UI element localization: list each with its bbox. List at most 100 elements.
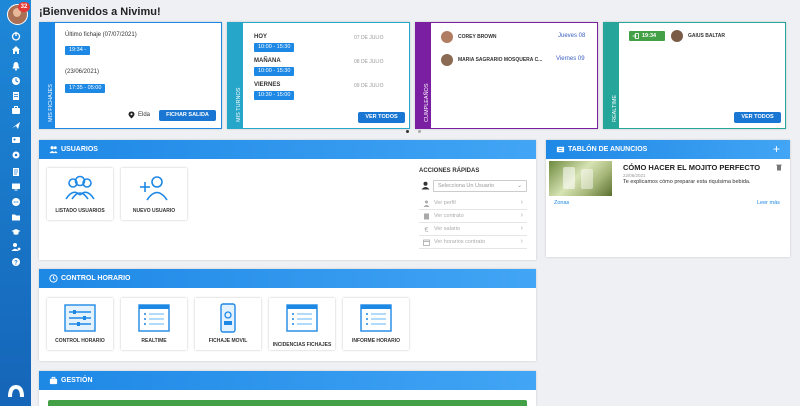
chevron-right-icon: › [520, 238, 523, 245]
tile-listado-usuarios[interactable]: LISTADO USUARIOS [47, 168, 113, 220]
realtime-strip: REALTIME [604, 23, 619, 128]
carousel-dot[interactable] [418, 130, 421, 133]
avatar [441, 31, 453, 43]
birthday-day: Jueves 08 [558, 33, 586, 39]
avatar [671, 30, 683, 42]
birthday-name: MARIA SAGRARIO MOSQUERA C... [458, 57, 543, 63]
user-icon [421, 181, 430, 190]
anuncios-header: TABLÓN DE ANUNCIOS + [546, 140, 790, 159]
location-label: Elda [138, 112, 151, 118]
trash-icon[interactable] [776, 164, 782, 171]
entry-icon [632, 33, 639, 39]
plane-icon[interactable] [10, 120, 21, 130]
notification-badge: 32 [18, 2, 30, 12]
avatar [441, 54, 453, 66]
birthday-name: COREY BROWN [458, 34, 497, 40]
calendar-icon [423, 239, 430, 246]
briefcase-icon[interactable] [10, 105, 21, 115]
turno-date: 07 DE JULIO [354, 35, 384, 41]
tile-incidencias-fichajes[interactable]: INCIDENCIAS FICHAJES [269, 298, 335, 350]
turnos-strip: MIS TURNOS [228, 23, 243, 128]
tile-label: INCIDENCIAS FICHAJES [272, 342, 332, 348]
turno-day: MAÑANA [254, 58, 281, 64]
tile-realtime[interactable]: REALTIME [121, 298, 187, 350]
turno-date: 08 DE JULIO [354, 59, 384, 65]
realtime-time: 19:34 [642, 32, 657, 39]
quick-action-ver-perfil[interactable]: Ver perfil › [419, 198, 527, 210]
turno-day: VIERNES [254, 82, 281, 88]
control-horario-header: CONTROL HORARIO [39, 269, 536, 288]
carousel-dot-active[interactable] [406, 130, 409, 133]
birthday-day: Viernes 09 [556, 56, 585, 62]
monitor-icon[interactable] [10, 182, 21, 192]
post-date: 22/06/2021 [623, 173, 646, 178]
mobile-icon [220, 303, 236, 333]
list-window-icon [138, 304, 170, 332]
tile-fichaje-movil[interactable]: FICHAJE MOVIL [195, 298, 261, 350]
help-icon[interactable]: ? [10, 257, 21, 267]
fichajes-card: MIS FICHAJES Último fichaje (07/07/2021)… [39, 22, 222, 129]
newspaper-icon [556, 146, 565, 153]
control-horario-section: CONTROL HORARIO CONTROL HORARIO REALTIME… [39, 269, 536, 361]
turno-time: 10:00 - 15:30 [254, 67, 295, 76]
power-icon[interactable] [10, 31, 21, 41]
realtime-person: GAIUS BALTAR [688, 33, 726, 39]
ver-todos-realtime-button[interactable]: VER TODOS [734, 112, 781, 123]
home-icon[interactable] [10, 45, 21, 55]
graduation-icon[interactable] [10, 227, 21, 237]
anuncios-section: TABLÓN DE ANUNCIOS + CÓMO HACER EL MOJIT… [546, 140, 790, 257]
tile-label: NUEVO USUARIO [132, 208, 176, 214]
prev-fichaje-time: 17:35 - 05:00 [65, 84, 106, 93]
usuarios-header: USUARIOS [39, 140, 536, 159]
users-icon [49, 146, 58, 154]
tile-label: CONTROL HORARIO [55, 338, 105, 344]
quick-action-ver-contrato[interactable]: Ver contrato › [419, 211, 527, 223]
tile-label: INFORME HORARIO [351, 338, 401, 344]
quick-action-ver-horarios[interactable]: Ver horarios contrato › [419, 237, 527, 249]
fichajes-strip: MIS FICHAJES [40, 23, 55, 128]
tile-label: FICHAJE MOVIL [208, 338, 248, 344]
location-pin-icon [128, 111, 135, 119]
chevron-right-icon: › [520, 212, 523, 219]
ver-todos-turnos-button[interactable]: VER TODOS [358, 112, 405, 123]
user-select-placeholder: Selecciona Un Usuario [438, 183, 494, 189]
id-card-icon[interactable] [10, 135, 21, 145]
document-icon[interactable] [10, 91, 21, 101]
users-group-icon [65, 175, 95, 200]
page-title: ¡Bienvenidos a Nivimu! [39, 6, 161, 18]
fichar-salida-button[interactable]: FICHAR SALIDA [159, 110, 216, 121]
post-title[interactable]: CÓMO HACER EL MOJITO PERFECTO [623, 163, 760, 172]
gestion-section: GESTIÓN [39, 371, 536, 406]
gear-icon[interactable] [10, 150, 21, 160]
gestion-green-bar[interactable] [48, 400, 527, 406]
bell-icon[interactable] [10, 61, 21, 71]
leer-mas-link[interactable]: Leer más [757, 200, 780, 206]
cumpleanos-strip: CUMPLEAÑOS [416, 23, 431, 128]
tile-control-horario[interactable]: CONTROL HORARIO [47, 298, 113, 350]
file-text-icon[interactable] [10, 167, 21, 177]
chat-icon[interactable] [10, 197, 21, 207]
turno-time: 10:00 - 15:30 [254, 43, 295, 52]
briefcase-icon [49, 376, 58, 385]
post-image[interactable] [549, 161, 612, 196]
turnos-card: MIS TURNOS HOY 07 DE JULIO 10:00 - 15:30… [227, 22, 410, 129]
quick-action-ver-salario[interactable]: € Ver salario › [419, 224, 527, 236]
add-button[interactable]: + [773, 142, 780, 156]
zonas-link[interactable]: Zonas [554, 200, 569, 206]
clock-icon [49, 274, 58, 283]
last-fichaje-label: Último fichaje (07/07/2021) [65, 32, 137, 38]
last-fichaje-time: 19:34 - [65, 46, 91, 55]
turno-time: 10:30 - 15:00 [254, 91, 295, 100]
gestion-header: GESTIÓN [39, 371, 536, 390]
clock-icon[interactable] [10, 76, 21, 86]
sliders-icon [64, 304, 96, 332]
realtime-entry-badge: 19:34 [629, 31, 665, 41]
add-user-icon [140, 176, 168, 201]
checklist-icon [286, 304, 318, 332]
folder-icon[interactable] [10, 212, 21, 222]
tile-informe-horario[interactable]: INFORME HORARIO [343, 298, 409, 350]
tile-label: REALTIME [141, 338, 167, 344]
user-select[interactable]: Selecciona Un Usuario ⌄ [433, 180, 527, 192]
tile-nuevo-usuario[interactable]: NUEVO USUARIO [121, 168, 187, 220]
users-cog-icon[interactable] [10, 242, 21, 252]
